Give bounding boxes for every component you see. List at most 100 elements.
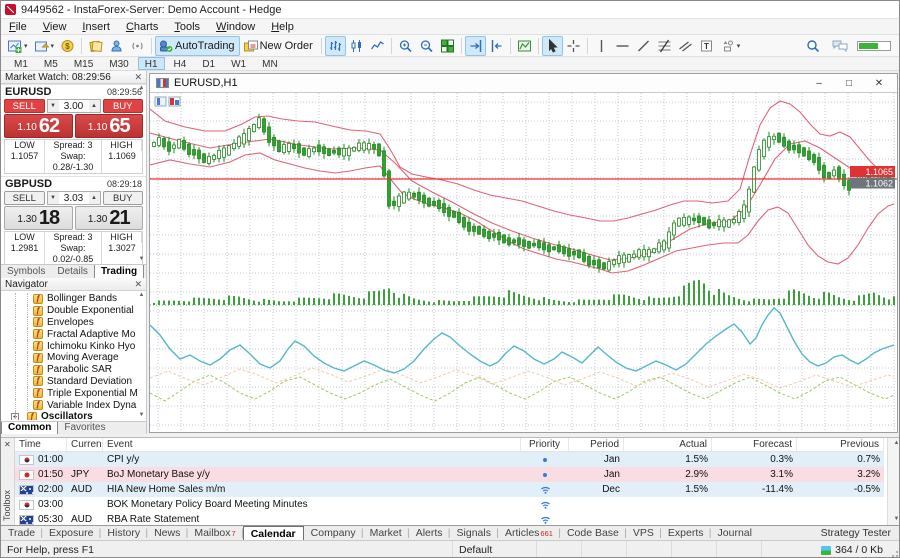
navigator-item-bollinger-bands[interactable]: ƒBollinger Bands [1,293,146,305]
close-icon[interactable]: ✕ [134,72,142,83]
column-header-actual[interactable]: Actual [624,438,712,451]
cursor-icon[interactable] [542,36,563,56]
tab-calendar[interactable]: Calendar [243,526,304,540]
tab-symbols[interactable]: Symbols [1,265,51,278]
timeframe-h4[interactable]: H4 [167,57,194,70]
open-profile-icon[interactable]: ▾ [31,36,58,56]
timeframe-m5[interactable]: M5 [37,57,65,70]
text-label-icon[interactable]: T [696,36,717,56]
tab-trade[interactable]: Trade| [1,526,42,540]
vertical-line-icon[interactable] [591,36,612,56]
menu-tools[interactable]: Tools [166,20,208,34]
navigator-item-fractal-adaptive-mo[interactable]: ƒFractal Adaptive Mo [1,328,146,340]
zoom-in-icon[interactable] [395,36,416,56]
symbol-name[interactable]: EURUSD [5,86,51,98]
calendar-row[interactable]: 05:30AUDRBA Rate Statement [15,512,884,525]
close-icon[interactable]: ✕ [134,279,142,290]
dropdown-caret-icon[interactable]: ▾ [737,42,741,50]
channel-icon[interactable] [675,36,696,56]
timeframe-m30[interactable]: M30 [102,57,135,70]
stepper-up-icon[interactable]: ▲ [89,192,100,204]
menu-insert[interactable]: Insert [74,20,118,34]
tab-favorites[interactable]: Favorites [58,421,111,434]
chart-title-bar[interactable]: EURUSD,H1 – □ ✕ [150,74,897,93]
market-watch-scrollbar[interactable]: ▲▼ [137,84,146,264]
ask-price-panel[interactable]: 1.1065 [75,114,144,138]
bid-price-panel[interactable]: 1.3018 [4,206,73,230]
close-icon[interactable]: ✕ [4,440,11,449]
tab-articles[interactable]: Articles661| [498,526,560,540]
auto-scroll-icon[interactable] [465,36,486,56]
indicators-icon[interactable] [514,36,535,56]
sell-button[interactable]: SELL [4,99,45,113]
minimize-icon[interactable]: – [813,78,825,89]
scroll-up-icon[interactable]: ▲ [137,291,146,300]
price-chart[interactable]: 1.10651.1062 [150,93,897,432]
sell-button[interactable]: SELL [4,191,45,205]
timeframe-w1[interactable]: W1 [224,57,253,70]
tab-vps[interactable]: VPS| [626,526,661,540]
tab-trading[interactable]: Trading [94,264,144,278]
navigator-item-moving-average[interactable]: ƒMoving Average [1,352,146,364]
stepper-up-icon[interactable]: ▲ [89,100,100,112]
scroll-up-icon[interactable]: ▲ [137,84,146,93]
navigator-item-parabolic-sar[interactable]: ƒParabolic SAR [1,364,146,376]
volume-value[interactable]: 3.00 [59,101,89,112]
tile-windows-icon[interactable] [437,36,458,56]
navigator-item-ichimoku-kinko-hyo[interactable]: ƒIchimoku Kinko Hyo [1,340,146,352]
history-center-icon[interactable]: $ [57,36,78,56]
navigator-scrollbar[interactable]: ▲▼ [137,291,146,420]
volume-value[interactable]: 3.03 [59,193,89,204]
ask-price-panel[interactable]: 1.3021 [75,206,144,230]
autotrading-robot-button[interactable]: AutoTrading [155,36,240,56]
volume-stepper[interactable]: ▼3.03▲ [47,191,101,205]
stepper-down-icon[interactable]: ▼ [48,100,59,112]
column-header-currency[interactable]: Currency [67,438,103,451]
navigator-item-oscillators[interactable]: +ƒOscillators [1,411,146,420]
tab-history[interactable]: History| [100,526,147,540]
calendar-row[interactable]: 03:00BOK Monetary Policy Board Meeting M… [15,497,884,512]
profile-name[interactable]: Default [453,541,537,558]
tab-signals[interactable]: Signals| [450,526,498,540]
open-account-icon[interactable] [106,36,127,56]
column-header-forecast[interactable]: Forecast [712,438,797,451]
scroll-down-icon[interactable]: ▼ [137,411,146,420]
tab-tick[interactable]: Tick [144,265,147,278]
bars-chart-icon[interactable] [325,36,346,56]
tab-code-base[interactable]: Code Base| [560,526,626,540]
column-header-previous[interactable]: Previous [797,438,884,451]
calendar-row[interactable]: 01:00CPI y/yJan1.5%0.3%0.7% [15,452,884,467]
chart-shift-icon[interactable] [486,36,507,56]
strategy-tester-label[interactable]: Strategy Tester [813,526,899,540]
maximize-icon[interactable]: □ [843,78,855,89]
tab-alerts[interactable]: Alerts| [409,526,450,540]
symbol-name[interactable]: GBPUSD [5,178,52,190]
calendar-row[interactable]: 01:50JPYBoJ Monetary Base y/yJan2.9%3.1%… [15,467,884,482]
dropdown-caret-icon[interactable]: ▾ [24,42,28,50]
scroll-up-icon[interactable]: ▲ [892,439,900,448]
column-header-event[interactable]: Event [103,438,521,451]
tab-mailbox[interactable]: Mailbox7| [187,526,242,540]
timeframe-m15[interactable]: M15 [67,57,100,70]
timeframe-d1[interactable]: D1 [195,57,222,70]
tab-experts[interactable]: Experts| [661,526,711,540]
stepper-down-icon[interactable]: ▼ [48,192,59,204]
dropdown-caret-icon[interactable]: ▾ [51,42,55,50]
resize-grip[interactable] [889,541,899,558]
trendline-icon[interactable] [633,36,654,56]
new-chart-icon[interactable]: ▾ [4,36,31,56]
fibonacci-icon[interactable] [654,36,675,56]
line-chart-icon[interactable] [367,36,388,56]
menu-window[interactable]: Window [208,20,263,34]
shapes-icon[interactable]: ▾ [717,36,744,56]
column-header-period[interactable]: Period [569,438,624,451]
menu-view[interactable]: View [35,20,75,34]
volume-stepper[interactable]: ▼3.00▲ [47,99,101,113]
news-docs-icon[interactable] [85,36,106,56]
horizontal-line-icon[interactable] [612,36,633,56]
navigator-item-envelopes[interactable]: ƒEnvelopes [1,317,146,329]
search-icon[interactable] [803,36,823,56]
zoom-out-icon[interactable] [416,36,437,56]
menu-file[interactable]: File [1,20,35,34]
bid-price-panel[interactable]: 1.1062 [4,114,73,138]
